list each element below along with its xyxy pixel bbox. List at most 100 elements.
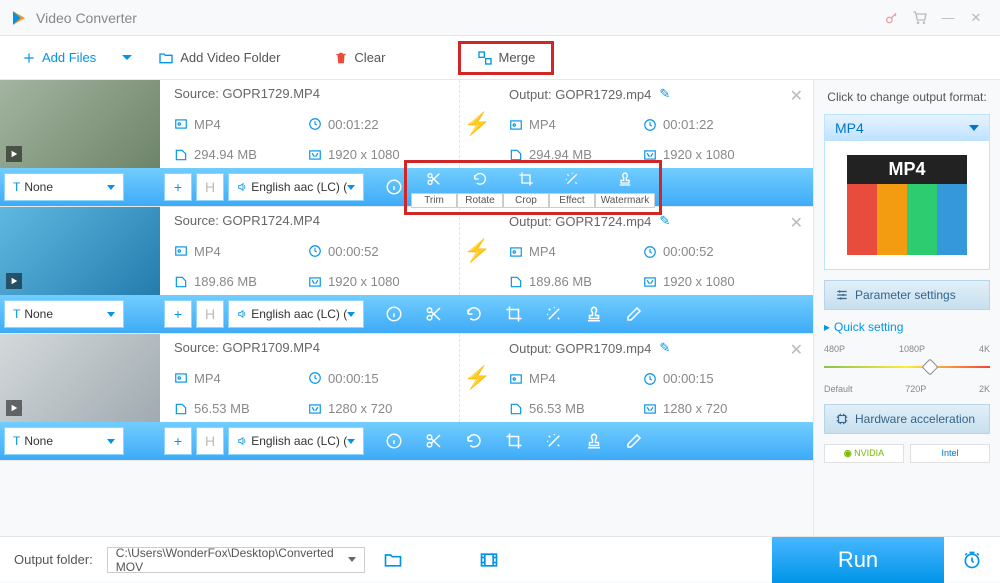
nvidia-logo: ◉ NVIDIA [824, 444, 904, 463]
effect-button[interactable]: Effect [549, 167, 595, 208]
output-format-box[interactable]: MP4 MP4 [824, 114, 990, 270]
effect-button[interactable] [544, 304, 564, 324]
rotate-icon [465, 305, 483, 323]
resolution-icon [643, 402, 657, 416]
play-icon[interactable] [6, 400, 22, 416]
format-icon [509, 372, 523, 386]
crop-button[interactable]: Crop [503, 167, 549, 208]
watermark-button[interactable] [584, 431, 604, 451]
clock-icon [308, 371, 322, 385]
crop-icon [518, 171, 534, 187]
trim-button[interactable] [424, 431, 444, 451]
quality-slider[interactable] [824, 354, 990, 384]
size-icon [174, 402, 188, 416]
wand-icon [545, 432, 563, 450]
trim-button[interactable]: Trim [411, 167, 457, 208]
info-button[interactable] [384, 431, 404, 451]
size-icon [509, 275, 523, 289]
rotate-button[interactable] [464, 431, 484, 451]
footer: Output folder: C:\Users\WonderFox\Deskto… [0, 536, 1000, 582]
audio-track-select[interactable]: English aac (LC) (mp [228, 427, 364, 455]
source-info: Source: GOPR1729.MP4 MP4 00:01:22 294.94… [160, 80, 460, 168]
hardcode-subtitle-button[interactable]: H [196, 300, 224, 328]
output-label: Output: GOPR1709.mp4 [509, 341, 651, 356]
watermark-button[interactable]: Watermark [595, 167, 655, 208]
audio-track-select[interactable]: English aac (LC) (mp [228, 300, 364, 328]
open-folder-button[interactable] [379, 546, 407, 574]
source-label: Source: GOPR1724.MP4 [174, 213, 445, 228]
add-subtitle-button[interactable]: + [164, 300, 192, 328]
format-icon [174, 117, 188, 131]
sliders-icon [835, 288, 849, 302]
add-files-button[interactable]: Add Files [10, 46, 108, 69]
subtitle-select[interactable]: TNone [4, 427, 124, 455]
play-icon[interactable] [6, 146, 22, 162]
watermark-button[interactable] [584, 304, 604, 324]
hardcode-subtitle-button[interactable]: H [196, 427, 224, 455]
hardware-accel-button[interactable]: Hardware acceleration [824, 404, 990, 434]
subtitle-select[interactable]: TNone [4, 173, 124, 201]
stamp-icon [585, 432, 603, 450]
play-icon[interactable] [6, 273, 22, 289]
titlebar: Video Converter — ✕ [0, 0, 1000, 36]
output-label: Output: GOPR1724.mp4 [509, 214, 651, 229]
bolt-icon: ⚡ [460, 207, 495, 295]
hardcode-subtitle-button[interactable]: H [196, 173, 224, 201]
info-button[interactable] [384, 177, 404, 197]
minimize-button[interactable]: — [934, 4, 962, 32]
filmstrip-button[interactable] [475, 546, 503, 574]
side-panel: Click to change output format: MP4 MP4 P… [814, 80, 1000, 536]
clear-button[interactable]: Clear [322, 46, 397, 69]
add-folder-button[interactable]: Add Video Folder [146, 46, 292, 70]
video-thumbnail[interactable] [0, 80, 160, 168]
rename-output-button[interactable]: ✎ [659, 86, 670, 102]
format-icon [174, 371, 188, 385]
intel-logo: Intel [910, 444, 990, 463]
schedule-button[interactable] [958, 546, 986, 574]
stamp-icon [585, 305, 603, 323]
size-icon [174, 148, 188, 162]
run-button[interactable]: Run [772, 537, 944, 583]
trim-button[interactable] [424, 304, 444, 324]
output-format-title: Click to change output format: [824, 90, 990, 104]
crop-button[interactable] [504, 304, 524, 324]
format-icon [509, 118, 523, 132]
parameter-settings-button[interactable]: Parameter settings [824, 280, 990, 310]
rename-output-button[interactable]: ✎ [659, 340, 670, 356]
edit-tools-highlight-box: Trim Rotate Crop Effect Watermark [404, 160, 662, 215]
crop-button[interactable] [504, 431, 524, 451]
close-button[interactable]: ✕ [962, 4, 990, 32]
video-thumbnail[interactable] [0, 334, 160, 422]
edit-button[interactable] [624, 431, 644, 451]
info-button[interactable] [384, 304, 404, 324]
cart-icon[interactable] [906, 4, 934, 32]
rotate-button[interactable]: Rotate [457, 167, 503, 208]
format-preview: MP4 [825, 141, 989, 269]
speaker-icon [237, 435, 247, 447]
source-label: Source: GOPR1729.MP4 [174, 86, 445, 101]
output-folder-label: Output folder: [14, 552, 93, 567]
format-icon [174, 244, 188, 258]
merge-button[interactable]: Merge [465, 46, 548, 70]
subtitle-select[interactable]: TNone [4, 300, 124, 328]
output-folder-input[interactable]: C:\Users\WonderFox\Desktop\Converted MOV [107, 547, 366, 573]
video-thumbnail[interactable] [0, 207, 160, 295]
output-format-select[interactable]: MP4 [825, 115, 989, 141]
effect-button[interactable] [544, 431, 564, 451]
main-content: ✕ Source: GOPR1729.MP4 MP4 00:01:22 294.… [0, 80, 1000, 536]
add-subtitle-button[interactable]: + [164, 427, 192, 455]
pencil-icon [625, 432, 643, 450]
edit-button[interactable] [624, 304, 644, 324]
rotate-button[interactable] [464, 304, 484, 324]
clock-icon [643, 372, 657, 386]
stamp-icon [617, 171, 633, 187]
rename-output-button[interactable]: ✎ [659, 213, 670, 229]
scissors-icon [425, 305, 443, 323]
audio-track-select[interactable]: English aac (LC) (mp [228, 173, 364, 201]
resolution-icon [308, 402, 322, 416]
add-files-dropdown[interactable] [122, 55, 132, 60]
app-title: Video Converter [36, 10, 137, 26]
add-subtitle-button[interactable]: + [164, 173, 192, 201]
output-info: Output: GOPR1709.mp4✎ MP400:00:15 56.53 … [495, 334, 795, 422]
key-icon[interactable] [878, 4, 906, 32]
